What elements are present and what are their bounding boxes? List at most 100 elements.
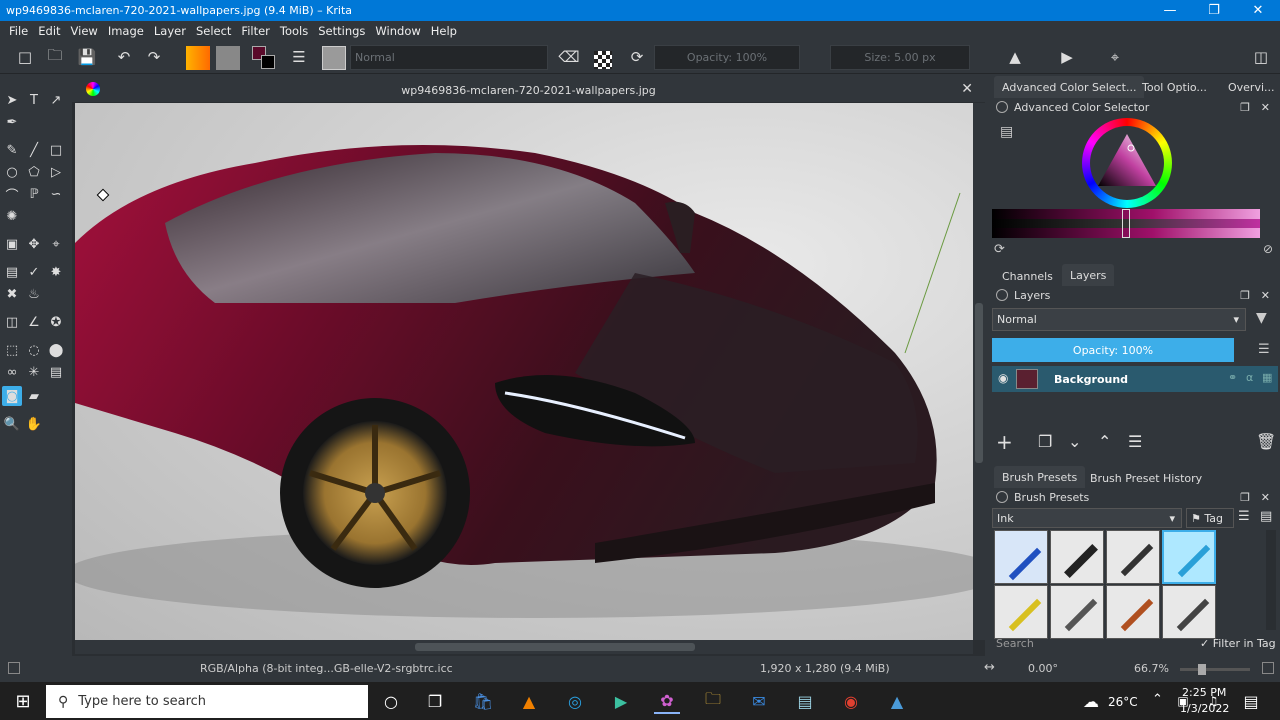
measure-tool-icon[interactable]: ∠ xyxy=(24,312,44,332)
brush-preset-7[interactable] xyxy=(1106,585,1160,639)
multibrush-icon[interactable]: ✺ xyxy=(2,206,22,226)
bezier-tool-icon[interactable]: ⌒ xyxy=(2,184,22,204)
redo-icon[interactable]: ↷ xyxy=(143,46,165,68)
brush-preset-5[interactable] xyxy=(994,585,1048,639)
clock-date[interactable]: 1/3/2022 xyxy=(1180,702,1229,715)
tab-advanced-color[interactable]: Advanced Color Select... xyxy=(994,76,1145,98)
menu-help[interactable]: Help xyxy=(431,24,457,38)
layer-opacity-slider[interactable]: Opacity: 100% xyxy=(992,338,1234,362)
fg-bg-color[interactable] xyxy=(252,46,276,70)
rotation-value[interactable]: 0.00° xyxy=(1028,662,1058,675)
text-tool-icon[interactable]: T xyxy=(24,90,44,110)
color-shade-bars[interactable] xyxy=(992,209,1260,238)
brush-preset-1[interactable] xyxy=(994,530,1048,584)
mirror-vertical-icon[interactable]: ▶ xyxy=(1056,46,1078,68)
brush-preset-2[interactable] xyxy=(1050,530,1104,584)
smart-patch-icon[interactable]: ✸ xyxy=(46,262,66,282)
undo-icon[interactable]: ↶ xyxy=(113,46,135,68)
move-up-icon[interactable]: ⌃ xyxy=(1098,432,1111,451)
float-brushes-icon[interactable]: ❐ xyxy=(1240,491,1250,504)
close-docker-icon[interactable]: ✕ xyxy=(1261,101,1270,114)
freehand-path-icon[interactable]: ℙ xyxy=(24,184,44,204)
refresh-icon[interactable]: ⟳ xyxy=(994,242,1005,257)
menu-image[interactable]: Image xyxy=(108,24,144,38)
fit-view-icon[interactable] xyxy=(1262,662,1274,674)
float-layers-icon[interactable]: ❐ xyxy=(1240,289,1250,302)
wrap-around-icon[interactable]: ⌖ xyxy=(1104,46,1126,68)
layer-row[interactable]: ◉ Background ⚭ α ▦ xyxy=(992,366,1278,392)
selection-mode-icon[interactable] xyxy=(8,662,20,674)
pan-tool-icon[interactable]: ✋ xyxy=(24,414,44,434)
dynamic-brush-icon[interactable]: ∽ xyxy=(46,184,66,204)
menu-window[interactable]: Window xyxy=(375,24,420,38)
rect-select-icon[interactable]: ⬚ xyxy=(2,340,22,360)
gradient-tool-icon[interactable]: ▤ xyxy=(2,262,22,282)
color-settings-icon[interactable]: ▤ xyxy=(1000,124,1013,140)
weather-temp[interactable]: 26°C xyxy=(1108,695,1138,709)
weather-icon[interactable]: ☁ xyxy=(1078,688,1104,714)
ellipse-tool-icon[interactable]: ○ xyxy=(2,162,22,182)
gradient-swatch[interactable] xyxy=(186,46,210,70)
alpha-lock-icon[interactable] xyxy=(594,51,612,69)
menu-file[interactable]: File xyxy=(9,24,28,38)
menu-select[interactable]: Select xyxy=(196,24,231,38)
reference-tool-icon[interactable]: ✪ xyxy=(46,312,66,332)
cortana-icon[interactable]: ○ xyxy=(378,688,404,714)
polygon-select-icon[interactable]: ⬤ xyxy=(46,340,66,360)
store-icon[interactable]: 🛍 xyxy=(470,688,496,714)
new-document-icon[interactable]: □ xyxy=(14,46,36,68)
brush-preset-4-selected[interactable] xyxy=(1162,530,1216,584)
crop-tool-icon[interactable]: ⌖ xyxy=(46,234,66,254)
notes-icon[interactable]: ▤ xyxy=(792,688,818,714)
similar-select-icon[interactable]: ▤ xyxy=(46,362,66,382)
brush-preset-8[interactable] xyxy=(1162,585,1216,639)
tab-overview[interactable]: Overvi... xyxy=(1220,76,1280,98)
filter-icon[interactable]: ▼ xyxy=(1256,310,1267,326)
blend-mode-select[interactable]: Normal xyxy=(350,45,548,70)
menu-tools[interactable]: Tools xyxy=(280,24,308,38)
menu-settings[interactable]: Settings xyxy=(318,24,365,38)
tray-chevron-icon[interactable]: ⌃ xyxy=(1152,692,1163,707)
assistant-tool-icon[interactable]: ◫ xyxy=(2,312,22,332)
filter-in-tag-checkbox[interactable]: ✓ Filter in Tag xyxy=(1200,637,1276,650)
notification-icon[interactable]: ▤ xyxy=(1238,688,1264,714)
layer-blend-select[interactable]: Normal ▾ xyxy=(992,308,1246,331)
alpha-icon[interactable]: α xyxy=(1246,371,1253,384)
windows-start-icon[interactable]: ⊞ xyxy=(10,688,36,714)
tab-channels[interactable]: Channels xyxy=(994,265,1061,287)
fill-tool-icon[interactable]: ♨ xyxy=(24,284,44,304)
close-document-icon[interactable]: ✕ xyxy=(961,81,973,97)
polygon-tool-icon[interactable]: ⬠ xyxy=(24,162,44,182)
calligraphy-icon[interactable]: ✒ xyxy=(2,112,22,132)
reload-icon[interactable]: ⟳ xyxy=(626,46,648,68)
close-brushes-icon[interactable]: ✕ xyxy=(1261,491,1270,504)
color-picker-icon[interactable]: ✓ xyxy=(24,262,44,282)
taskbar-search-input[interactable]: ⚲ Type here to search xyxy=(46,685,368,718)
vertical-scrollbar[interactable] xyxy=(973,103,985,640)
menu-edit[interactable]: Edit xyxy=(38,24,60,38)
size-slider[interactable]: Size: 5.00 px xyxy=(830,45,970,70)
visibility-eye-icon[interactable]: ◉ xyxy=(998,371,1008,385)
close-layers-icon[interactable]: ✕ xyxy=(1261,289,1270,302)
mail-icon[interactable]: ✉ xyxy=(746,688,772,714)
rectangle-tool-icon[interactable]: □ xyxy=(46,140,66,160)
clock-time[interactable]: 2:25 PM xyxy=(1182,686,1226,699)
tab-tool-options[interactable]: Tool Optio... xyxy=(1134,76,1215,98)
select-shapes-icon[interactable]: ➤ xyxy=(2,90,22,110)
rotation-icon[interactable]: ↔ xyxy=(984,660,995,675)
delete-layer-icon[interactable]: 🗑 xyxy=(1256,432,1276,451)
tag-button[interactable]: ⚑ Tag xyxy=(1186,508,1234,528)
polyline-tool-icon[interactable]: ▷ xyxy=(46,162,66,182)
float-docker-icon[interactable]: ❐ xyxy=(1240,101,1250,114)
tab-brush-presets[interactable]: Brush Presets xyxy=(994,466,1086,488)
inherit-alpha-icon[interactable]: ▦ xyxy=(1262,371,1272,384)
brush-view-icon[interactable]: ☰ xyxy=(1238,509,1250,524)
move-down-icon[interactable]: ⌄ xyxy=(1068,432,1081,451)
tab-layers[interactable]: Layers xyxy=(1062,264,1115,286)
transform-tool-icon[interactable]: ▣ xyxy=(2,234,22,254)
tab-brush-history[interactable]: Brush Preset History xyxy=(1082,467,1210,489)
magnetic-select-icon[interactable]: ▰ xyxy=(24,386,44,406)
mirror-horizontal-icon[interactable]: ▲ xyxy=(1004,46,1026,68)
eraser-icon[interactable]: ⌫ xyxy=(558,46,580,68)
brush-settings-icon[interactable]: ☰ xyxy=(288,46,310,68)
